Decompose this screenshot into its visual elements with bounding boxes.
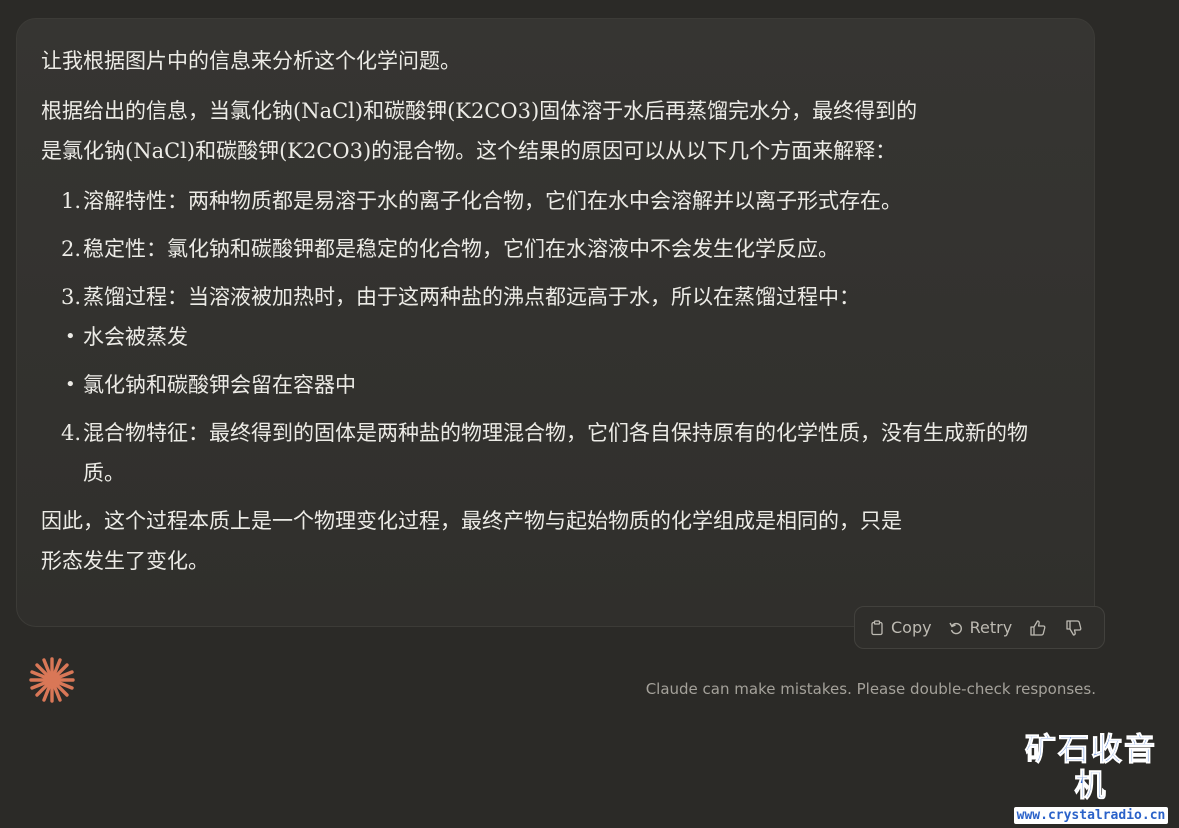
list-number: 2. xyxy=(60,237,81,261)
watermark: 矿石收音机 www.crystalradio.cn xyxy=(1011,732,1171,824)
bullet-dot: • xyxy=(65,374,76,395)
message-intro: 让我根据图片中的信息来分析这个化学问题。 xyxy=(41,49,461,73)
list-number: 4. xyxy=(60,421,81,445)
bullet-dot: • xyxy=(65,326,76,347)
bullet-item: • 氯化钠和碳酸钾会留在容器中 xyxy=(41,365,1070,405)
list-item-text: 溶解特性：两种物质都是易溶于水的离子化合物，它们在水中会溶解并以离子形式存在。 xyxy=(83,189,902,213)
clipboard-icon xyxy=(871,619,883,635)
watermark-title: 矿石收音机 xyxy=(1025,732,1157,805)
list-number: 1. xyxy=(60,189,81,213)
paragraph-line: 是氯化钠(NaCl)和碳酸钾(K2CO3)的混合物。这个结果的原因可以从以下几个… xyxy=(41,139,897,163)
assistant-message-bubble: 让我根据图片中的信息来分析这个化学问题。 根据给出的信息，当氯化钠(NaCl)和… xyxy=(16,18,1095,627)
numbered-list: 1. 溶解特性：两种物质都是易溶于水的离子化合物，它们在水中会溶解并以离子形式存… xyxy=(41,181,1070,317)
list-number: 3. xyxy=(60,285,81,309)
numbered-list-continued: 4. 混合物特征：最终得到的固体是两种盐的物理混合物，它们各自保持原有的化学性质… xyxy=(41,413,1070,493)
disclaimer-text: Claude can make mistakes. Please double-… xyxy=(645,680,1096,698)
claude-logo-icon xyxy=(27,655,77,705)
list-item: 1. 溶解特性：两种物质都是易溶于水的离子化合物，它们在水中会溶解并以离子形式存… xyxy=(41,181,1033,221)
bullet-list: • 水会被蒸发 • 氯化钠和碳酸钾会留在容器中 xyxy=(41,317,1070,405)
bullet-item-text: 水会被蒸发 xyxy=(83,325,188,349)
conclusion-line: 形态发生了变化。 xyxy=(41,549,209,573)
copy-label: Copy xyxy=(891,618,932,637)
thumbs-down-button[interactable] xyxy=(1060,614,1088,642)
thumbs-down-icon xyxy=(1066,619,1082,636)
copy-button[interactable]: Copy xyxy=(865,614,936,641)
message-actions-bar: Copy Retry xyxy=(854,606,1105,649)
retry-icon xyxy=(948,622,962,634)
paragraph-line: 根据给出的信息，当氯化钠(NaCl)和碳酸钾(K2CO3)固体溶于水后再蒸馏完水… xyxy=(41,99,918,123)
thumbs-up-icon xyxy=(1030,619,1046,636)
thumbs-up-button[interactable] xyxy=(1024,614,1052,642)
list-item-text: 稳定性：氯化钠和碳酸钾都是稳定的化合物，它们在水溶液中不会发生化学反应。 xyxy=(83,237,839,261)
bullet-item-text: 氯化钠和碳酸钾会留在容器中 xyxy=(83,373,356,397)
retry-label: Retry xyxy=(969,618,1013,637)
watermark-url: www.crystalradio.cn xyxy=(1013,807,1169,824)
conclusion-line: 因此，这个过程本质上是一个物理变化过程，最终产物与起始物质的化学组成是相同的，只… xyxy=(41,509,902,533)
list-item-text: 蒸馏过程：当溶液被加热时，由于这两种盐的沸点都远高于水，所以在蒸馏过程中： xyxy=(83,285,860,309)
retry-button[interactable]: Retry xyxy=(944,614,1017,641)
list-item: 3. 蒸馏过程：当溶液被加热时，由于这两种盐的沸点都远高于水，所以在蒸馏过程中： xyxy=(41,277,1033,317)
bullet-item: • 水会被蒸发 xyxy=(41,317,1070,357)
list-item-text: 混合物特征：最终得到的固体是两种盐的物理混合物，它们各自保持原有的化学性质，没有… xyxy=(83,421,1028,485)
list-item: 4. 混合物特征：最终得到的固体是两种盐的物理混合物，它们各自保持原有的化学性质… xyxy=(41,413,1033,493)
message-paragraph: 根据给出的信息，当氯化钠(NaCl)和碳酸钾(K2CO3)固体溶于水后再蒸馏完水… xyxy=(41,91,1021,171)
list-item: 2. 稳定性：氯化钠和碳酸钾都是稳定的化合物，它们在水溶液中不会发生化学反应。 xyxy=(41,229,1033,269)
message-conclusion: 因此，这个过程本质上是一个物理变化过程，最终产物与起始物质的化学组成是相同的，只… xyxy=(41,501,1021,581)
